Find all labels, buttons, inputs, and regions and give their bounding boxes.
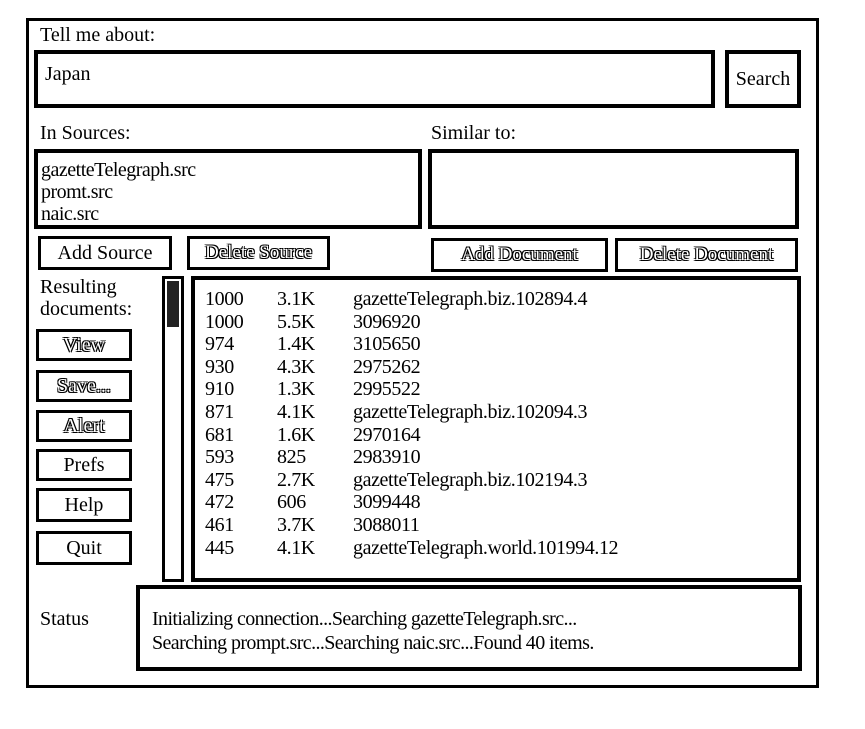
result-score: 871 [205, 401, 234, 423]
similar-label: Similar to: [431, 122, 516, 144]
result-name: gazetteTelegraph.biz.102894.4 [353, 288, 588, 310]
result-name: 3096920 [353, 310, 421, 333]
help-button[interactable]: Help [36, 488, 132, 522]
scrollbar-thumb[interactable] [167, 281, 179, 327]
result-name: 3099448 [353, 491, 421, 514]
query-label: Tell me about: [40, 24, 156, 46]
result-name: 2983910 [353, 446, 421, 469]
results-label-2: documents: [40, 298, 133, 320]
result-name: 3105650 [353, 333, 421, 356]
status-label: Status [40, 608, 89, 630]
result-score: 593 [205, 446, 234, 469]
delete-source-button[interactable]: Delete Source [187, 236, 330, 270]
result-size: 1.6K [277, 423, 315, 446]
status-box: Initializing connection...Searching gaze… [136, 585, 802, 671]
result-score: 1000 [205, 288, 244, 310]
result-size: 606 [277, 491, 306, 514]
result-name: 2995522 [353, 378, 421, 401]
result-size: 3.1K [277, 288, 315, 310]
result-name: 2975262 [353, 355, 421, 378]
status-line-1: Initializing connection...Searching gaze… [152, 608, 577, 630]
list-item[interactable]: gazetteTelegraph.src [41, 159, 196, 181]
result-score: 974 [205, 333, 234, 356]
alert-button[interactable]: Alert [36, 410, 132, 442]
add-document-button[interactable]: Add Document [431, 238, 608, 272]
similar-list[interactable] [428, 149, 799, 229]
status-line-2: Searching prompt.src...Searching naic.sr… [152, 632, 594, 654]
result-size: 5.5K [277, 310, 315, 333]
result-score: 681 [205, 423, 234, 446]
query-input[interactable]: Japan [34, 50, 715, 108]
result-name: gazetteTelegraph.world.101994.12 [353, 536, 619, 559]
results-scrollbar[interactable] [162, 276, 184, 582]
result-size: 4.1K [277, 536, 315, 559]
result-size: 4.1K [277, 401, 315, 423]
result-score: 1000 [205, 310, 244, 333]
result-size: 1.3K [277, 378, 315, 401]
query-value: Japan [45, 63, 91, 85]
result-score: 910 [205, 378, 234, 401]
add-source-button[interactable]: Add Source [38, 236, 172, 270]
result-score: 472 [205, 491, 234, 514]
sources-list[interactable]: gazetteTelegraph.src promt.src naic.src [34, 149, 422, 229]
quit-button[interactable]: Quit [36, 531, 132, 565]
sources-label: In Sources: [40, 122, 131, 144]
results-label: Resulting [40, 276, 117, 298]
results-list[interactable]: 1000 3.1K gazetteTelegraph.biz.102894.4 100… [191, 276, 801, 582]
result-size: 2.7K [277, 468, 315, 491]
result-name: gazetteTelegraph.biz.102194.3 [353, 468, 588, 491]
save-button[interactable]: Save... [36, 370, 132, 402]
search-button[interactable]: Search [725, 50, 801, 108]
result-score: 445 [205, 536, 234, 559]
result-score: 461 [205, 514, 234, 536]
result-size: 1.4K [277, 333, 315, 356]
result-name: gazetteTelegraph.biz.102094.3 [353, 401, 588, 423]
result-score: 475 [205, 468, 234, 491]
view-button[interactable]: View [36, 329, 132, 361]
result-name: 2970164 [353, 423, 421, 446]
result-name: 3088011 [353, 514, 420, 536]
list-item[interactable]: naic.src [41, 203, 196, 225]
result-size: 4.3K [277, 355, 315, 378]
result-score: 930 [205, 355, 234, 378]
result-size: 825 [277, 446, 306, 469]
list-item[interactable]: promt.src [41, 181, 196, 203]
delete-document-button[interactable]: Delete Document [615, 238, 798, 272]
prefs-button[interactable]: Prefs [36, 449, 132, 481]
result-size: 3.7K [277, 514, 315, 536]
